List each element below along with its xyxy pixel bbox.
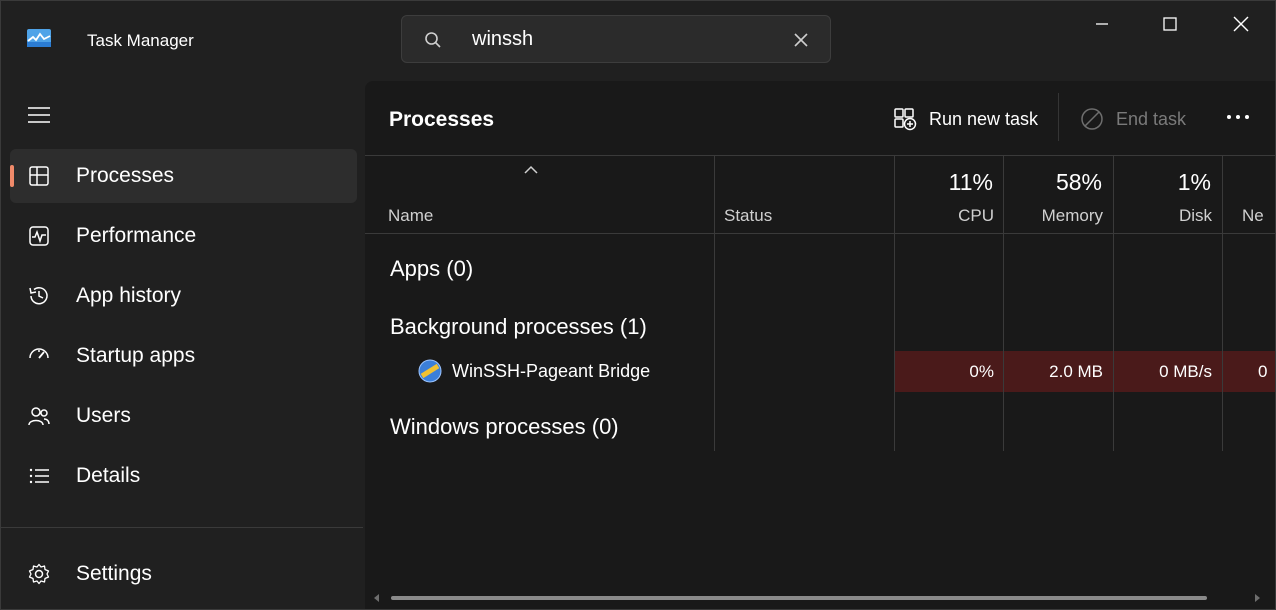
network-heat-cell [1223, 351, 1275, 392]
search-icon [425, 32, 441, 48]
task-manager-window: Task Manager winssh Processes Performanc… [0, 0, 1276, 610]
run-new-task-icon [894, 108, 917, 131]
sidebar-item-performance[interactable]: Performance [10, 209, 357, 263]
sidebar-divider [1, 527, 363, 528]
sidebar-item-label: Settings [76, 562, 152, 585]
end-task-icon [1081, 108, 1103, 130]
sidebar-item-details[interactable]: Details [10, 449, 357, 503]
winssh-process-icon [418, 359, 442, 383]
hamburger-menu-icon[interactable] [27, 105, 51, 125]
gear-icon [28, 563, 50, 585]
sidebar-item-label: Performance [76, 224, 197, 247]
process-name: WinSSH-Pageant Bridge [452, 361, 651, 381]
column-divider [714, 156, 715, 451]
search-box[interactable] [401, 15, 831, 63]
performance-icon [29, 226, 49, 246]
more-dot [1245, 115, 1249, 119]
sidebar-item-label: App history [76, 284, 182, 307]
process-memory: 2.0 MB [1049, 362, 1103, 381]
memory-total-percent: 58% [1055, 169, 1102, 195]
details-icon [29, 468, 49, 484]
search-input[interactable] [472, 24, 772, 54]
sidebar-item-label: Users [76, 404, 131, 427]
clear-search-icon[interactable] [793, 32, 809, 48]
minimize-icon [1096, 23, 1108, 25]
column-header-disk[interactable]: Disk [1114, 206, 1212, 226]
sort-ascending-icon[interactable] [524, 165, 538, 175]
horizontal-scrollbar[interactable] [373, 594, 1269, 602]
minimize-button[interactable] [1079, 9, 1125, 39]
table-row[interactable]: WinSSH-Pageant Bridge 0% 2.0 MB 0 MB/s 0 [365, 351, 1275, 392]
disk-total-percent: 1% [1177, 169, 1211, 195]
column-divider [1222, 156, 1223, 451]
processes-panel: Processes Run new task End task Name Sta… [365, 81, 1275, 609]
task-manager-app-icon [27, 29, 51, 47]
active-indicator [10, 165, 14, 187]
processes-icon [29, 166, 49, 186]
sidebar-item-label: Startup apps [76, 344, 196, 367]
group-apps[interactable]: Apps (0) [390, 256, 473, 282]
scroll-left-icon[interactable] [373, 594, 381, 602]
run-new-task-button[interactable]: Run new task [893, 103, 1038, 135]
startup-apps-icon [29, 348, 49, 359]
column-header-name[interactable]: Name [388, 206, 433, 226]
cpu-total-percent: 11% [948, 169, 993, 195]
app-title: Task Manager [87, 31, 194, 50]
app-history-icon [29, 287, 48, 305]
sidebar-item-label: Processes [76, 164, 175, 187]
column-header-network[interactable]: Ne [1242, 206, 1264, 226]
close-icon [1233, 16, 1249, 32]
column-divider [1003, 156, 1004, 451]
horizontal-scroll-thumb[interactable] [391, 596, 1207, 600]
sidebar-item-app-history[interactable]: App history [10, 269, 357, 323]
process-disk: 0 MB/s [1159, 362, 1212, 381]
close-button[interactable] [1218, 9, 1264, 39]
sidebar-item-label: Details [76, 464, 141, 487]
header-bottom-divider [365, 233, 1275, 234]
more-dot [1236, 115, 1240, 119]
process-cpu: 0% [969, 362, 994, 381]
group-windows-processes[interactable]: Windows processes (0) [390, 414, 619, 440]
run-new-task-label: Run new task [929, 108, 1039, 129]
group-background-processes[interactable]: Background processes (1) [390, 314, 647, 340]
users-icon [28, 407, 50, 426]
column-header-cpu[interactable]: CPU [895, 206, 994, 226]
sidebar-item-users[interactable]: Users [10, 389, 357, 443]
header-top-divider [365, 155, 1275, 156]
column-divider [894, 156, 895, 451]
scroll-right-icon[interactable] [1253, 594, 1261, 602]
more-options-button[interactable] [1223, 107, 1253, 127]
end-task-label: End task [1116, 108, 1187, 129]
maximize-button[interactable] [1147, 9, 1193, 39]
sidebar-item-processes[interactable]: Processes [10, 149, 357, 203]
toolbar-divider [1058, 93, 1059, 141]
column-header-status[interactable]: Status [724, 206, 772, 226]
column-divider [1113, 156, 1114, 451]
page-title: Processes [389, 108, 495, 131]
process-network: 0 [1258, 362, 1268, 381]
sidebar-item-settings[interactable]: Settings [10, 547, 357, 601]
column-header-memory[interactable]: Memory [1004, 206, 1103, 226]
more-dot [1227, 115, 1231, 119]
end-task-button[interactable]: End task [1080, 103, 1186, 135]
maximize-icon [1163, 17, 1177, 31]
sidebar-item-startup-apps[interactable]: Startup apps [10, 329, 357, 383]
